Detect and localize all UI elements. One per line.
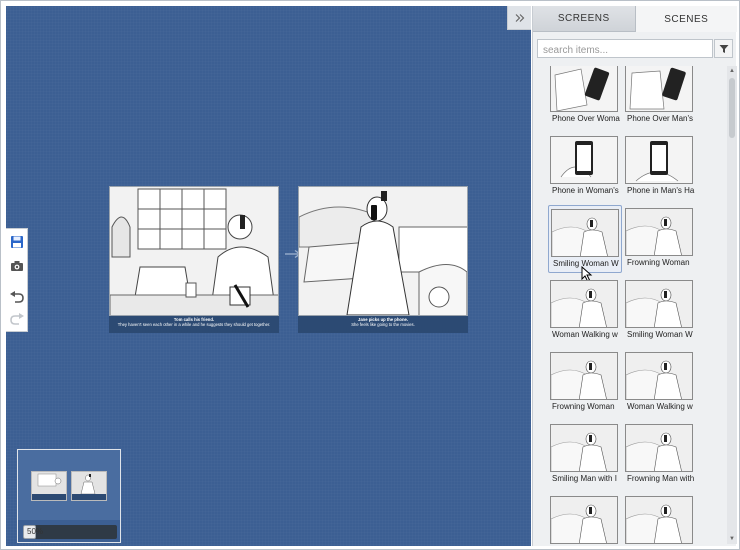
scene-item[interactable]: Woman Walking w bbox=[623, 349, 697, 417]
tab-screens[interactable]: SCREENS bbox=[533, 6, 636, 32]
scene-thumbnail bbox=[625, 424, 693, 472]
scene-item-label: Smiling Woman W bbox=[627, 330, 693, 339]
scene-item[interactable]: Phone in Man's Ha bbox=[623, 133, 697, 201]
scene-item[interactable]: Phone Over Man's bbox=[623, 66, 697, 129]
search-box bbox=[537, 39, 713, 59]
scene-thumbnail bbox=[550, 352, 618, 400]
scene-item[interactable] bbox=[623, 493, 697, 544]
scene-item-label: Phone Over Man's bbox=[627, 114, 694, 123]
scene-thumbnail bbox=[550, 66, 618, 112]
scene-thumbnail bbox=[625, 66, 693, 112]
tab-scenes[interactable]: SCENES bbox=[635, 6, 737, 32]
scene-item[interactable]: Phone Over Woman bbox=[548, 66, 622, 129]
scene-thumbnail bbox=[550, 136, 618, 184]
scene-thumbnail bbox=[625, 208, 693, 256]
scene-thumbnail bbox=[551, 209, 619, 257]
scene-thumbnail bbox=[625, 352, 693, 400]
scene-item[interactable]: Frowning Woman bbox=[623, 205, 697, 273]
scene-item-label: Frowning Woman bbox=[627, 258, 690, 267]
scroll-down-icon[interactable]: ▼ bbox=[728, 534, 736, 544]
minimap-viewport[interactable] bbox=[18, 450, 120, 520]
story-frame-2[interactable]: Jane picks up the phone. She feels like … bbox=[298, 186, 468, 333]
scene-item-label: Phone in Man's Ha bbox=[627, 186, 695, 195]
scene-list-scrollbar[interactable]: ▲ ▼ bbox=[727, 66, 737, 544]
double-chevron-right-icon bbox=[515, 13, 524, 22]
minimap-frame-2 bbox=[71, 471, 107, 501]
scene-list[interactable]: Phone Over Woman Phone Over Man's Phone in… bbox=[533, 66, 727, 544]
scene-item[interactable]: Smiling Woman W bbox=[548, 205, 622, 282]
scene-item[interactable]: Woman Walking w bbox=[548, 277, 622, 345]
story-frame-1-caption: Tom calls his friend. They haven't seen … bbox=[109, 316, 279, 333]
zoom-slider[interactable]: 50% bbox=[23, 525, 117, 539]
scene-thumbnail bbox=[625, 280, 693, 328]
save-icon[interactable] bbox=[9, 234, 25, 250]
scene-item-label: Frowning Woman bbox=[552, 402, 615, 411]
search-input[interactable] bbox=[538, 42, 712, 59]
story-frame-2-caption: Jane picks up the phone. She feels like … bbox=[298, 316, 468, 333]
undo-icon[interactable] bbox=[9, 289, 25, 305]
scene-thumbnail bbox=[625, 496, 693, 544]
camera-icon[interactable] bbox=[9, 258, 25, 274]
scene-thumbnail bbox=[550, 424, 618, 472]
scene-item[interactable]: Frowning Man with bbox=[623, 421, 697, 489]
scene-item[interactable]: Frowning Woman bbox=[548, 349, 622, 417]
story-frame-1[interactable]: Tom calls his friend. They haven't seen … bbox=[109, 186, 279, 333]
scene-thumbnail bbox=[625, 136, 693, 184]
scene-item-label: Phone Over Woman bbox=[552, 114, 620, 123]
story-frame-1-image bbox=[109, 186, 279, 316]
scene-item[interactable] bbox=[548, 493, 622, 544]
scene-thumbnail bbox=[550, 496, 618, 544]
filter-icon bbox=[719, 44, 728, 53]
scene-item-label: Phone in Woman's bbox=[552, 186, 619, 195]
scene-item-label: Woman Walking w bbox=[627, 402, 693, 411]
scene-item-label: Smiling Man with I bbox=[552, 474, 617, 483]
scene-item[interactable]: Smiling Woman W bbox=[623, 277, 697, 345]
zoom-level: 50% bbox=[27, 527, 44, 536]
storyboard-canvas[interactable]: Tom calls his friend. They haven't seen … bbox=[6, 6, 531, 546]
app-frame: Tom calls his friend. They haven't seen … bbox=[0, 0, 740, 550]
scroll-up-icon[interactable]: ▲ bbox=[728, 66, 736, 76]
story-frame-2-image bbox=[298, 186, 468, 316]
scene-item-label: Woman Walking w bbox=[552, 330, 618, 339]
scene-item-label: Frowning Man with bbox=[627, 474, 695, 483]
scene-item[interactable]: Phone in Woman's bbox=[548, 133, 622, 201]
navigator-minimap[interactable]: 50% bbox=[17, 449, 121, 543]
scroll-thumb[interactable] bbox=[729, 78, 735, 138]
minimap-frame-1 bbox=[31, 471, 67, 501]
filter-button[interactable] bbox=[714, 39, 733, 58]
library-panel: SCREENS SCENES Phone Over WomanPhone Ove… bbox=[532, 6, 737, 546]
scene-item[interactable]: Smiling Man with I bbox=[548, 421, 622, 489]
redo-icon[interactable] bbox=[9, 311, 25, 327]
scene-thumbnail bbox=[550, 280, 618, 328]
canvas-toolbar bbox=[6, 228, 28, 332]
collapse-panel-button[interactable] bbox=[507, 6, 531, 30]
story-frame-2-text: She feels like going to the movies. bbox=[351, 322, 415, 327]
story-frame-1-text: They haven't seen each other in a while … bbox=[117, 322, 271, 327]
panel-tabs: SCREENS SCENES bbox=[533, 6, 737, 32]
